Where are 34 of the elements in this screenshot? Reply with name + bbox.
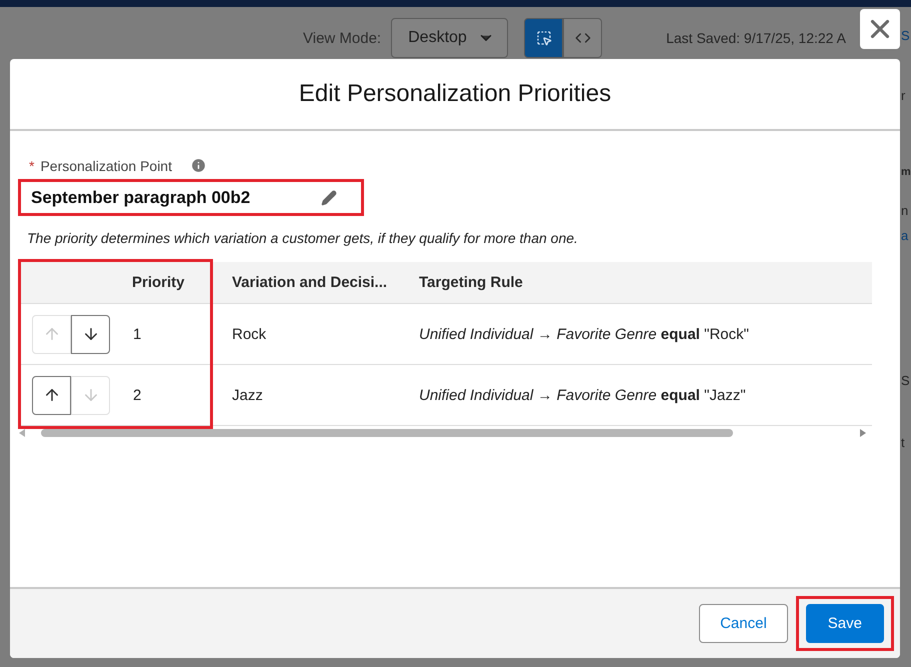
view-mode-label: View Mode: bbox=[303, 30, 382, 46]
table-cell-text: Jazz bbox=[231, 386, 264, 404]
background-text: S bbox=[901, 28, 910, 43]
background-text: t bbox=[901, 435, 905, 450]
required-mark: * bbox=[29, 158, 34, 174]
table-cell-text: 2 bbox=[132, 386, 142, 404]
hint-text: The priority determines which variation a customer gets, if they qualify for more than one. bbox=[27, 230, 579, 246]
table-cell-text: 1 bbox=[132, 326, 142, 342]
field-label: Personalization Point bbox=[40, 158, 172, 174]
field-value: September paragraph 00b2 bbox=[31, 188, 250, 208]
background-text: r bbox=[901, 88, 906, 103]
background-text: n bbox=[901, 203, 908, 218]
table-cell-text: Unified Individual → Favorite Genre equal "Rock" bbox=[418, 326, 750, 342]
save-button[interactable]: Save bbox=[806, 604, 884, 643]
info-icon[interactable] bbox=[190, 157, 207, 174]
view-mode-select[interactable]: Desktop bbox=[391, 18, 508, 58]
code-view-button[interactable] bbox=[563, 18, 602, 58]
move-up-button[interactable] bbox=[32, 376, 71, 414]
modal-title: Edit Personalization Priorities bbox=[298, 80, 612, 108]
pointer-icon bbox=[536, 30, 552, 46]
cancel-button[interactable]: Cancel bbox=[699, 604, 788, 643]
column-header: Priority bbox=[131, 274, 186, 291]
table-cell-text: Rock bbox=[231, 326, 268, 342]
column-header: Variation and Decisi... bbox=[231, 274, 388, 291]
table-cell-text: Unified Individual → Favorite Genre equal "Jazz" bbox=[418, 386, 747, 404]
background-text: S bbox=[901, 373, 910, 388]
background-text: m bbox=[901, 166, 911, 178]
move-down-button[interactable] bbox=[71, 314, 110, 354]
last-saved-text: Last Saved: 9/17/25, 12:22 A bbox=[666, 30, 846, 46]
close-button[interactable] bbox=[860, 9, 900, 49]
design-view-button[interactable] bbox=[524, 18, 564, 58]
column-header: Targeting Rule bbox=[418, 274, 524, 291]
edit-icon[interactable] bbox=[321, 190, 337, 206]
background-text: a bbox=[901, 228, 908, 243]
